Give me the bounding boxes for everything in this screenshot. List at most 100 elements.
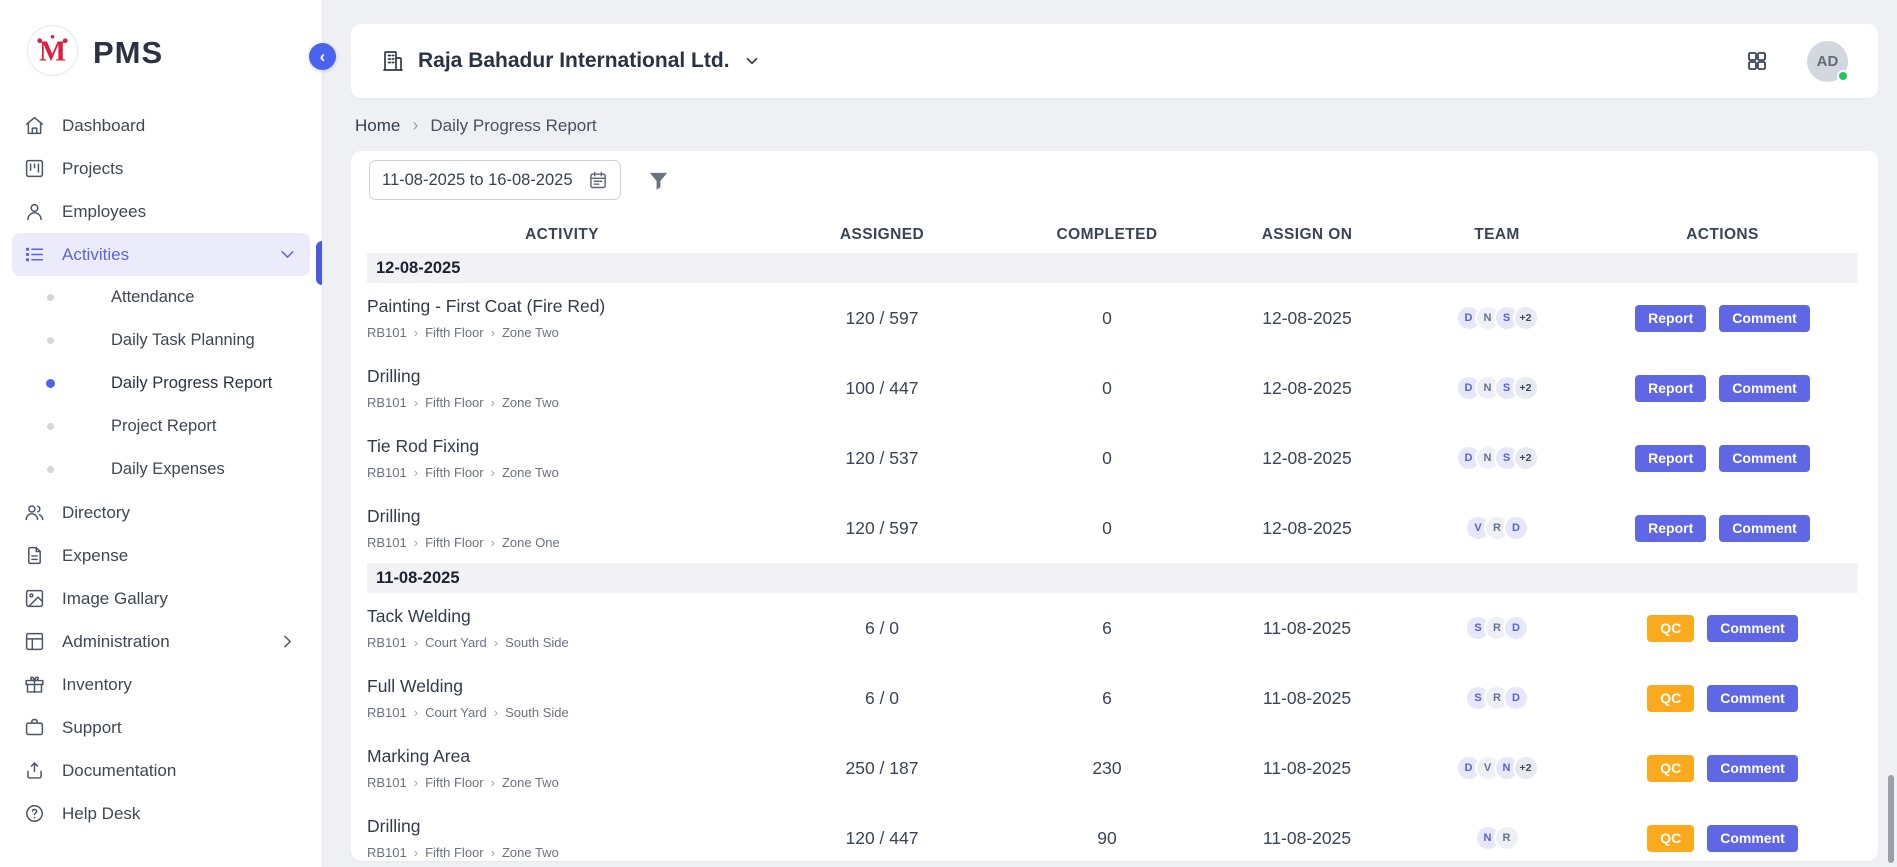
sidebar-collapse-button[interactable]: ‹: [309, 43, 336, 70]
filter-row: 11-08-2025 to 16-08-2025: [367, 160, 1862, 200]
col-completed: COMPLETED: [1007, 226, 1207, 244]
location-segment: Court Yard: [425, 705, 487, 720]
building-icon: [381, 49, 405, 73]
assign-on-value: 12-08-2025: [1207, 378, 1407, 399]
comment-button[interactable]: Comment: [1707, 755, 1798, 782]
sidebar-subitem-attendance[interactable]: Attendance: [0, 276, 322, 319]
group-date: 11-08-2025: [376, 569, 460, 588]
activity-name: Marking Area: [367, 746, 747, 767]
administration-icon: [24, 631, 45, 652]
chevron-right-icon: ›: [414, 846, 418, 859]
comment-button[interactable]: Comment: [1719, 445, 1810, 472]
activity-location: RB101›Court Yard›South Side: [367, 635, 747, 650]
activity-cell: DrillingRB101›Fifth Floor›Zone One: [367, 506, 757, 550]
report-button[interactable]: Report: [1635, 305, 1706, 332]
sidebar-item-administration[interactable]: Administration: [0, 620, 322, 663]
breadcrumb: Home › Daily Progress Report: [355, 115, 1878, 136]
team-avatars: DNS+2: [1407, 305, 1587, 331]
table-header: ACTIVITY ASSIGNED COMPLETED ASSIGN ON TE…: [367, 217, 1858, 253]
sidebar-header: M PMS: [0, 0, 322, 102]
date-range-input[interactable]: 11-08-2025 to 16-08-2025: [369, 160, 621, 200]
sidebar-item-image-gallary[interactable]: Image Gallary: [0, 577, 322, 620]
sidebar-item-support[interactable]: Support: [0, 706, 322, 749]
comment-button[interactable]: Comment: [1719, 515, 1810, 542]
sidebar-item-inventory[interactable]: Inventory: [0, 663, 322, 706]
actions-cell: Report Comment: [1587, 445, 1858, 472]
report-button[interactable]: Report: [1635, 515, 1706, 542]
comment-button[interactable]: Comment: [1707, 825, 1798, 852]
company-selector[interactable]: Raja Bahadur International Ltd.: [381, 49, 761, 73]
team-avatars: DNS+2: [1407, 375, 1587, 401]
bullet-icon: [47, 466, 54, 473]
sidebar-item-projects[interactable]: Projects: [0, 147, 322, 190]
completed-value: 0: [1007, 448, 1207, 469]
comment-button[interactable]: Comment: [1707, 685, 1798, 712]
sidebar-item-dashboard[interactable]: Dashboard: [0, 104, 322, 147]
activity-location: RB101›Fifth Floor›Zone Two: [367, 325, 747, 340]
chevron-right-icon: ›: [414, 706, 418, 719]
sidebar-subitem-daily-progress-report[interactable]: Daily Progress Report: [0, 362, 322, 405]
apps-grid-icon[interactable]: [1745, 49, 1769, 73]
sidebar-item-activities[interactable]: Activities: [12, 233, 310, 276]
location-segment: Fifth Floor: [425, 775, 484, 790]
sidebar-item-label: Expense: [62, 546, 128, 566]
bullet-icon: [47, 423, 54, 430]
sidebar-item-directory[interactable]: Directory: [0, 491, 322, 534]
date-group-header: 11-08-2025: [367, 563, 1858, 593]
activity-name: Drilling: [367, 506, 747, 527]
team-more-badge: +2: [1513, 375, 1539, 401]
actions-cell: Report Comment: [1587, 305, 1858, 332]
inventory-icon: [24, 674, 45, 695]
location-segment: RB101: [367, 635, 407, 650]
assign-on-value: 11-08-2025: [1207, 688, 1407, 709]
sidebar-subitem-project-report[interactable]: Project Report: [0, 405, 322, 448]
qc-button[interactable]: QC: [1647, 685, 1694, 712]
sidebar: M PMS ‹ DashboardProjectsEmployeesActivi…: [0, 0, 323, 867]
sidebar-item-expense[interactable]: Expense: [0, 534, 322, 577]
chevron-right-icon: ›: [491, 396, 495, 409]
sidebar-subitem-daily-expenses[interactable]: Daily Expenses: [0, 448, 322, 491]
user-avatar[interactable]: AD: [1807, 41, 1848, 82]
filter-funnel-icon[interactable]: [647, 169, 670, 192]
qc-button[interactable]: QC: [1647, 825, 1694, 852]
report-button[interactable]: Report: [1635, 375, 1706, 402]
table-body: 12-08-2025 Painting - First Coat (Fire Re…: [367, 253, 1858, 861]
completed-value: 6: [1007, 688, 1207, 709]
report-button[interactable]: Report: [1635, 445, 1706, 472]
help-desk-icon: [24, 803, 45, 824]
chevron-right-icon: ›: [494, 636, 498, 649]
sidebar-item-help-desk[interactable]: Help Desk: [0, 792, 322, 835]
comment-button[interactable]: Comment: [1707, 615, 1798, 642]
content-card: 11-08-2025 to 16-08-2025 ACTIVITY ASSIGN…: [351, 151, 1878, 861]
location-segment: RB101: [367, 705, 407, 720]
sidebar-subitem-daily-task-planning[interactable]: Daily Task Planning: [0, 319, 322, 362]
actions-cell: QC Comment: [1587, 615, 1858, 642]
assign-on-value: 11-08-2025: [1207, 828, 1407, 849]
comment-button[interactable]: Comment: [1719, 305, 1810, 332]
qc-button[interactable]: QC: [1647, 755, 1694, 782]
sidebar-item-label: Image Gallary: [62, 589, 168, 609]
dashboard-icon: [24, 115, 45, 136]
chevron-right-icon: ›: [494, 706, 498, 719]
location-segment: Zone Two: [502, 325, 559, 340]
table-row: Marking AreaRB101›Fifth Floor›Zone Two25…: [367, 733, 1858, 803]
assigned-value: 100 / 447: [757, 378, 1007, 399]
vertical-scrollbar[interactable]: [1888, 775, 1894, 863]
sidebar-item-label: Inventory: [62, 675, 132, 695]
activity-location: RB101›Fifth Floor›Zone Two: [367, 465, 747, 480]
chevron-down-icon: [743, 52, 761, 70]
activity-location: RB101›Fifth Floor›Zone Two: [367, 845, 747, 860]
breadcrumb-home[interactable]: Home: [355, 116, 400, 136]
location-segment: Fifth Floor: [425, 395, 484, 410]
sidebar-item-label: Documentation: [62, 761, 176, 781]
qc-button[interactable]: QC: [1647, 615, 1694, 642]
breadcrumb-current: Daily Progress Report: [430, 116, 596, 136]
col-activity: ACTIVITY: [367, 226, 757, 244]
activity-name: Painting - First Coat (Fire Red): [367, 296, 747, 317]
comment-button[interactable]: Comment: [1719, 375, 1810, 402]
chevron-right-icon: ›: [414, 536, 418, 549]
chevron-down-icon: [277, 244, 298, 265]
sidebar-item-documentation[interactable]: Documentation: [0, 749, 322, 792]
sidebar-item-employees[interactable]: Employees: [0, 190, 322, 233]
table-row: DrillingRB101›Fifth Floor›Zone Two120 / …: [367, 803, 1858, 861]
